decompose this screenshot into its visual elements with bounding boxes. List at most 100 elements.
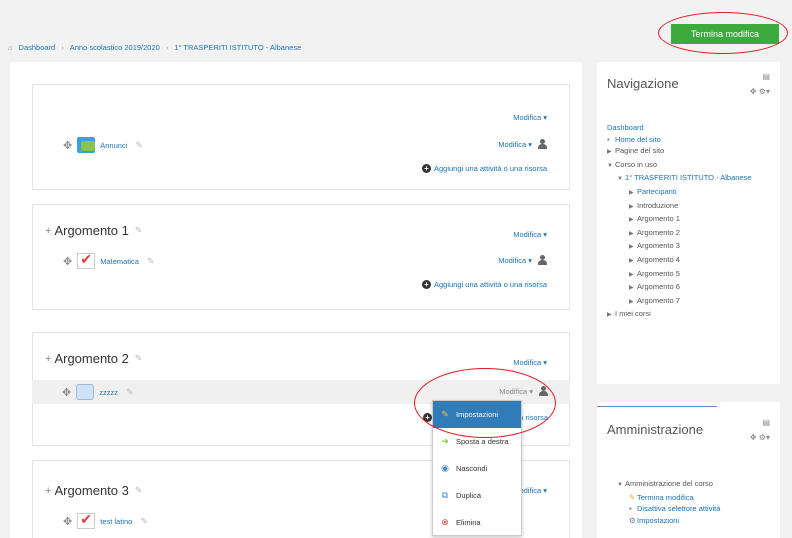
activity-row: ✥ Matematica ✎ (63, 251, 155, 269)
delete-icon: ⊗ (441, 517, 449, 527)
activity-row: ✥ Annunci ✎ (63, 137, 143, 153)
breadcrumb-course[interactable]: 1° TRASPERITI ISTITUTO - Albanese (174, 43, 301, 52)
section-argomento-1: + Argomento 1 ✎ Modifica ▾ ✥ Matematica … (32, 204, 570, 310)
bullet-icon: ▪ (607, 134, 610, 144)
activity-edit-dropdown: ✎ Impostazioni ➜ Sposta a destra ◉ Nasco… (432, 400, 522, 536)
menu-item-duplicate[interactable]: ⧉ Duplica (433, 482, 521, 509)
breadcrumb-school-year[interactable]: Anno scolastico 2019/2020 (70, 43, 160, 52)
activity-link[interactable]: test latino (100, 517, 132, 526)
nav-item[interactable]: Argomento 6 (637, 282, 680, 291)
section-edit-menu[interactable]: Modifica ▾ (513, 358, 547, 367)
user-icon[interactable] (538, 255, 547, 265)
quiz-icon (77, 511, 96, 529)
triangle-down-icon[interactable]: ▼ (617, 480, 625, 492)
dock-icon[interactable]: ▤ (750, 418, 770, 427)
section-edit-menu[interactable]: Modifica ▾ (513, 230, 547, 239)
menu-item-delete[interactable]: ⊗ Elimina (433, 509, 521, 536)
triangle-right-icon[interactable]: ▶ (629, 215, 637, 227)
nav-current-course[interactable]: Corso in uso (615, 160, 657, 169)
nav-item[interactable]: Argomento 3 (637, 241, 680, 250)
pencil-icon[interactable]: ✎ (135, 140, 143, 151)
activity-edit-controls: Modifica ▾ (499, 386, 548, 396)
pencil-icon: ✎ (441, 409, 449, 419)
pencil-icon[interactable]: ✎ (135, 485, 143, 496)
triangle-right-icon[interactable]: ▶ (629, 283, 637, 295)
nav-home[interactable]: Home del sito (615, 135, 661, 144)
arrow-right-icon: ➜ (441, 436, 449, 446)
admin-course[interactable]: Amministrazione del corso (625, 479, 713, 488)
add-activity-link[interactable]: + Aggiungi una attività o una risorsa (422, 280, 547, 289)
triangle-right-icon[interactable]: ▶ (629, 202, 637, 214)
triangle-down-icon[interactable]: ▼ (617, 174, 625, 186)
nav-course[interactable]: 1° TRASFERITI ISTITUTO - Albanese (625, 173, 752, 182)
admin-disable-selector[interactable]: Disattiva selettore attività (637, 504, 720, 513)
pencil-icon[interactable]: ✎ (135, 353, 143, 364)
activity-edit-menu[interactable]: Modifica ▾ (498, 140, 532, 149)
administration-title: Amministrazione (607, 422, 704, 437)
nav-item[interactable]: Argomento 2 (637, 228, 680, 237)
nav-dashboard[interactable]: Dashboard (607, 123, 644, 132)
breadcrumb-dashboard[interactable]: Dashboard (19, 43, 56, 52)
menu-item-move-right[interactable]: ➜ Sposta a destra (433, 428, 521, 455)
triangle-right-icon[interactable]: ▶ (629, 188, 637, 200)
triangle-right-icon[interactable]: ▶ (629, 256, 637, 268)
activity-row: ✥ test latino ✎ (63, 511, 148, 529)
admin-settings[interactable]: Impostazioni (637, 516, 679, 525)
quiz-icon (77, 251, 96, 269)
triangle-right-icon[interactable]: ▶ (629, 297, 637, 309)
move-icon[interactable]: ✥ (63, 139, 72, 152)
activity-edit-controls: Modifica ▾ (498, 139, 547, 149)
activity-edit-menu[interactable]: Modifica ▾ (499, 387, 533, 396)
pencil-icon[interactable]: ✎ (135, 225, 143, 236)
triangle-right-icon[interactable]: ▶ (629, 229, 637, 241)
triangle-right-icon[interactable]: ▶ (629, 242, 637, 254)
chevron-right-icon: › (61, 43, 64, 52)
chevron-right-icon: › (165, 43, 169, 52)
nav-item[interactable]: Argomento 4 (637, 255, 680, 264)
nav-item[interactable]: Argomento 1 (637, 214, 680, 223)
nav-my-courses[interactable]: I miei corsi (615, 309, 651, 318)
nav-item[interactable]: Argomento 7 (637, 296, 680, 305)
activity-link[interactable]: Annunci (100, 141, 127, 150)
menu-item-hide[interactable]: ◉ Nascondi (433, 455, 521, 482)
home-icon: ⌂ (8, 43, 13, 52)
activity-link[interactable]: zzzzz (99, 388, 118, 397)
move-icon[interactable]: ✥ (62, 386, 71, 399)
move-gear-icon[interactable]: ✥ ⚙▾ (750, 433, 770, 442)
nav-item[interactable]: Introduzione (637, 201, 678, 210)
pencil-icon[interactable]: ✎ (147, 256, 155, 267)
user-icon[interactable] (538, 139, 547, 149)
move-icon[interactable]: + (45, 225, 51, 237)
triangle-right-icon[interactable]: ▶ (607, 147, 615, 159)
move-icon[interactable]: ✥ (63, 515, 72, 528)
plus-circle-icon: + (422, 164, 431, 173)
section-title: + Argomento 1 ✎ (45, 223, 143, 238)
triangle-down-icon[interactable]: ▼ (607, 161, 615, 173)
pencil-icon[interactable]: ✎ (126, 387, 134, 398)
move-icon[interactable]: + (45, 485, 51, 497)
nav-item[interactable]: Partecipanti (637, 187, 677, 196)
dock-icon[interactable]: ▤ (750, 72, 770, 81)
block-divider (597, 406, 717, 407)
menu-item-settings[interactable]: ✎ Impostazioni (433, 401, 521, 428)
block-controls[interactable]: ▤ ✥ ⚙▾ (750, 72, 770, 96)
nav-pages[interactable]: Pagine del sito (615, 146, 664, 155)
user-icon[interactable] (539, 386, 548, 396)
admin-finish-edit[interactable]: Termina modifica (637, 493, 694, 502)
nav-item[interactable]: Argomento 5 (637, 269, 680, 278)
finish-editing-button[interactable]: Termina modifica (671, 24, 779, 44)
plus-circle-icon: + (422, 280, 431, 289)
triangle-right-icon[interactable]: ▶ (629, 270, 637, 282)
block-controls[interactable]: ▤ ✥ ⚙▾ (750, 418, 770, 442)
navigation-block: Navigazione ▤ ✥ ⚙▾ Dashboard ▪ Home del s… (597, 62, 780, 384)
triangle-right-icon[interactable]: ▶ (607, 310, 615, 322)
section-edit-menu[interactable]: Modifica ▾ (513, 113, 547, 122)
add-activity-link[interactable]: + Aggiungi una attività o una risorsa (422, 164, 547, 173)
move-icon[interactable]: + (45, 353, 51, 365)
pencil-icon[interactable]: ✎ (140, 516, 148, 527)
navigation-tree: Dashboard ▪ Home del sito ▶ Pagine del sit… (607, 122, 757, 322)
activity-link[interactable]: Matematica (100, 257, 139, 266)
move-gear-icon[interactable]: ✥ ⚙▾ (750, 87, 770, 96)
move-icon[interactable]: ✥ (63, 255, 72, 268)
activity-edit-menu[interactable]: Modifica ▾ (498, 256, 532, 265)
